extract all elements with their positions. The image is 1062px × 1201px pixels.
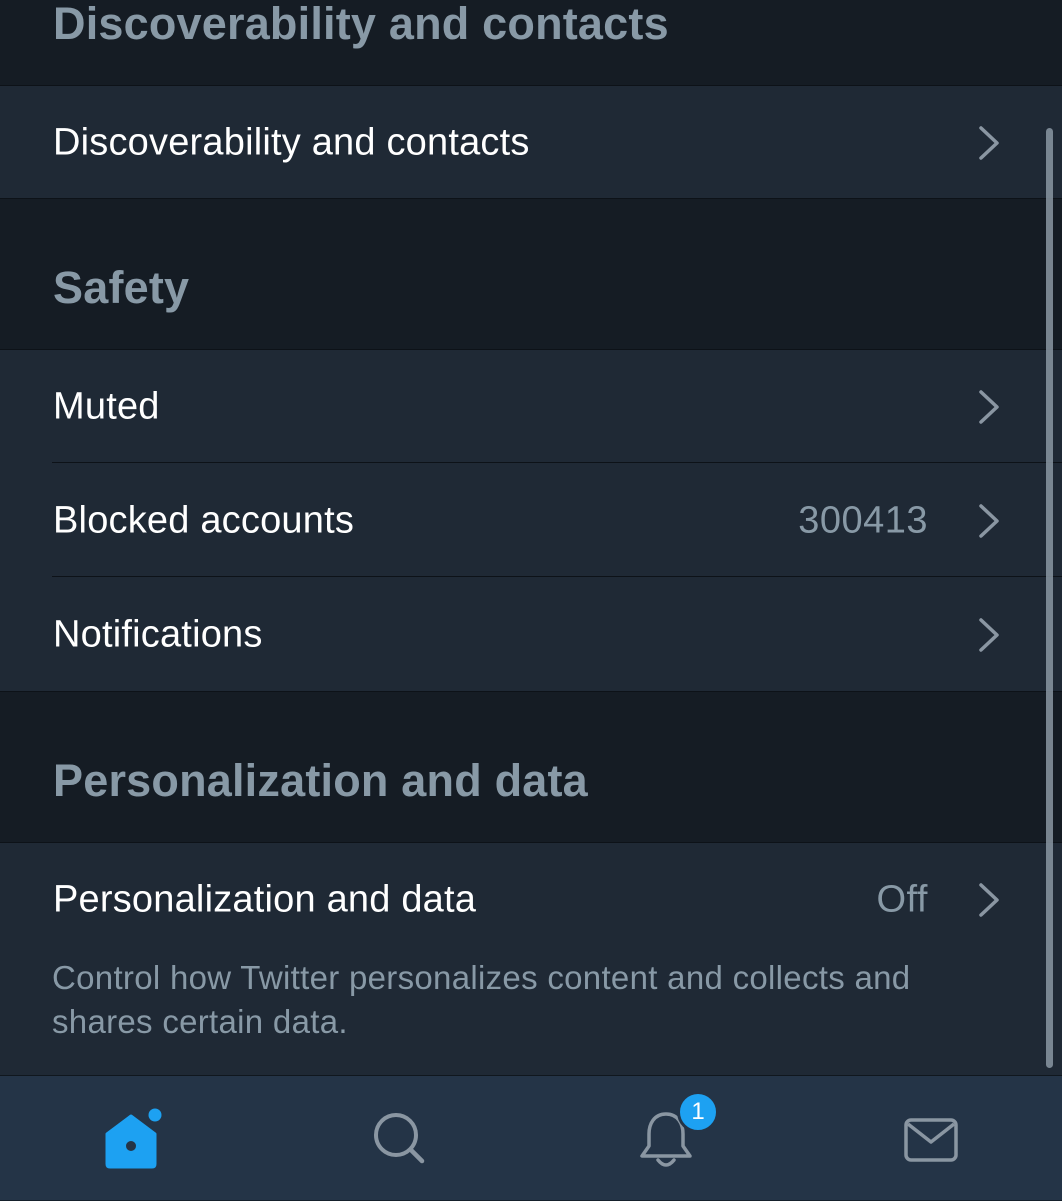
- home-icon: [105, 1108, 162, 1168]
- row-label: Blocked accounts: [53, 499, 355, 541]
- chevron-right-icon: [979, 882, 999, 917]
- section-header-personalization: Personalization and data: [0, 692, 1062, 843]
- row-muted[interactable]: Muted: [0, 350, 1062, 463]
- chevron-right-icon: [979, 617, 999, 652]
- tab-home[interactable]: [73, 1076, 193, 1201]
- settings-group-personalization: Personalization and data Off Control how…: [0, 842, 1062, 1075]
- settings-group-safety: Muted Blocked accounts 300413 Notificati…: [0, 349, 1062, 692]
- row-label: Personalization and data: [53, 878, 477, 920]
- settings-page: Discoverability and contacts Discoverabi…: [0, 0, 1062, 1075]
- row-label: Discoverability and contacts: [53, 121, 530, 163]
- section-header-discoverability: Discoverability and contacts: [0, 0, 1062, 86]
- blocked-accounts-count: 300413: [798, 499, 928, 541]
- tab-bar: [0, 1075, 1062, 1200]
- section-title-personalization: Personalization and data: [53, 755, 588, 806]
- mail-icon: [904, 1117, 958, 1162]
- section-header-safety: Safety: [0, 199, 1062, 350]
- chevron-right-icon: [979, 125, 999, 160]
- section-title-safety: Safety: [53, 262, 190, 313]
- personalization-status: Off: [876, 878, 928, 920]
- settings-group-discoverability: Discoverability and contacts: [0, 85, 1062, 199]
- row-label: Muted: [53, 385, 160, 427]
- row-personalization-and-data[interactable]: Personalization and data Off: [0, 843, 1062, 956]
- search-icon: [374, 1112, 425, 1163]
- row-label: Notifications: [53, 613, 263, 655]
- tab-messages[interactable]: [871, 1076, 991, 1201]
- row-blocked-accounts[interactable]: Blocked accounts 300413: [0, 464, 1062, 577]
- notification-badge: 1: [677, 1091, 719, 1133]
- row-notifications[interactable]: Notifications: [0, 578, 1062, 691]
- section-title-discoverability: Discoverability and contacts: [53, 0, 669, 49]
- row-divider: [52, 462, 1062, 463]
- personalization-description: Control how Twitter personalizes content…: [52, 959, 911, 1040]
- row-divider: [52, 576, 1062, 577]
- row-discoverability-and-contacts[interactable]: Discoverability and contacts: [0, 86, 1062, 199]
- tab-search[interactable]: [340, 1076, 460, 1201]
- scrollbar[interactable]: [1046, 128, 1053, 1068]
- chevron-right-icon: [979, 389, 999, 424]
- chevron-right-icon: [979, 503, 999, 538]
